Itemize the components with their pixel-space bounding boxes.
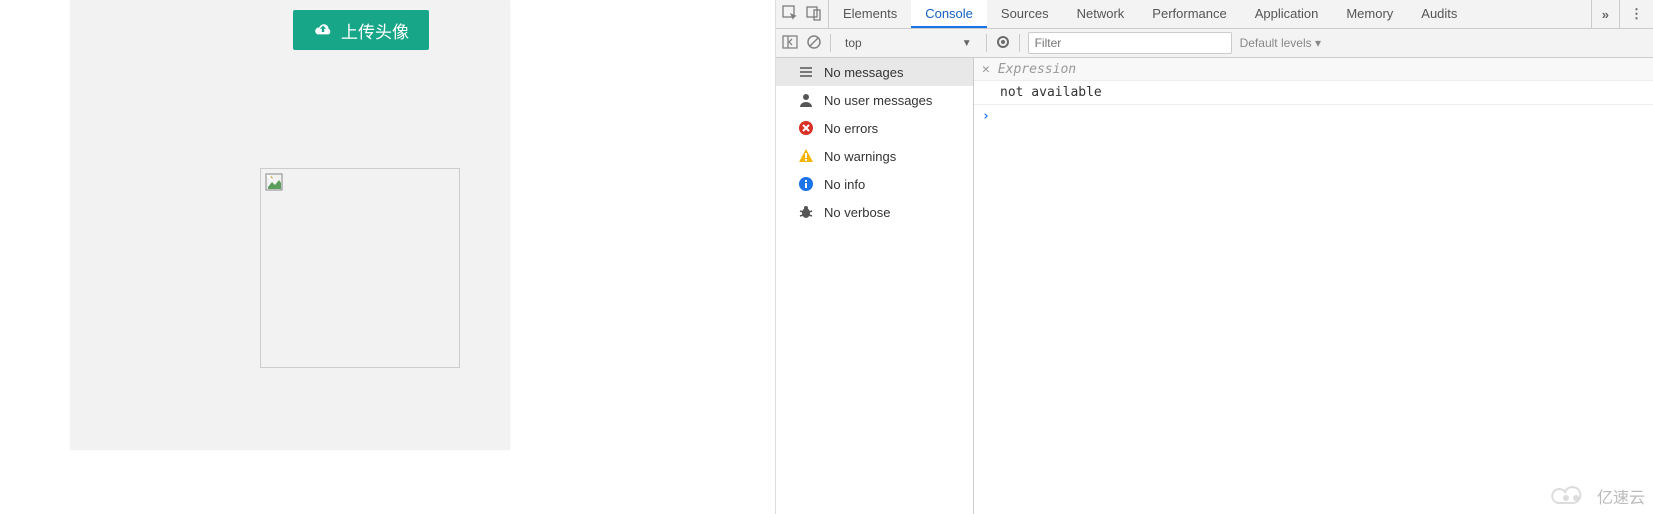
- sidebar-item-user-messages[interactable]: No user messages: [776, 86, 973, 114]
- web-page: 上传头像: [0, 0, 775, 514]
- log-levels-selector[interactable]: Default levels ▾: [1240, 36, 1321, 50]
- dropdown-icon: ▼: [962, 38, 972, 49]
- tab-application[interactable]: Application: [1241, 0, 1333, 28]
- console-toolbar: top ▼ Default levels ▾: [776, 29, 1653, 58]
- sidebar-item-label: No user messages: [824, 93, 932, 108]
- tab-audits[interactable]: Audits: [1407, 0, 1471, 28]
- devtools-tab-strip: Elements Console Sources Network Perform…: [776, 0, 1653, 29]
- sidebar-item-warnings[interactable]: No warnings: [776, 142, 973, 170]
- context-selector[interactable]: top ▼: [839, 36, 978, 50]
- upload-card: 上传头像: [70, 0, 510, 450]
- sidebar-item-label: No warnings: [824, 149, 896, 164]
- sidebar-item-info[interactable]: No info: [776, 170, 973, 198]
- tab-console[interactable]: Console: [911, 0, 987, 28]
- filter-input[interactable]: [1028, 32, 1232, 54]
- tab-sources[interactable]: Sources: [987, 0, 1063, 28]
- live-expression-icon[interactable]: [995, 34, 1011, 53]
- tab-network[interactable]: Network: [1063, 0, 1139, 28]
- upload-button-label: 上传头像: [341, 18, 409, 43]
- prompt-chevron-icon: ›: [982, 109, 990, 124]
- tab-memory[interactable]: Memory: [1332, 0, 1407, 28]
- device-toolbar-icon[interactable]: [806, 5, 822, 24]
- tab-performance[interactable]: Performance: [1138, 0, 1240, 28]
- sidebar-item-label: No verbose: [824, 205, 890, 220]
- user-icon: [798, 92, 814, 108]
- tab-elements[interactable]: Elements: [829, 0, 911, 28]
- inspect-element-icon[interactable]: [782, 5, 798, 24]
- toggle-sidebar-icon[interactable]: [782, 34, 798, 53]
- context-label: top: [845, 36, 862, 50]
- avatar-preview: [260, 168, 460, 368]
- watermark: 亿速云: [1551, 484, 1645, 508]
- watermark-text: 亿速云: [1597, 484, 1645, 508]
- sidebar-item-verbose[interactable]: No verbose: [776, 198, 973, 226]
- broken-image-icon: [265, 173, 283, 191]
- console-output: ✕ Expression not available ›: [974, 58, 1653, 514]
- devtools-more-tabs[interactable]: »: [1591, 0, 1619, 28]
- cloud-upload-icon: [313, 20, 333, 41]
- sidebar-item-errors[interactable]: No errors: [776, 114, 973, 142]
- info-icon: [798, 176, 814, 192]
- expression-result: not available: [974, 81, 1653, 105]
- list-icon: [798, 64, 814, 80]
- bug-icon: [798, 204, 814, 220]
- console-prompt[interactable]: ›: [974, 105, 1653, 128]
- warning-icon: [798, 148, 814, 164]
- upload-avatar-button[interactable]: 上传头像: [293, 10, 429, 50]
- clear-console-icon[interactable]: [806, 34, 822, 53]
- console-sidebar: No messages No user messages No errors: [776, 58, 974, 514]
- close-icon[interactable]: ✕: [982, 62, 990, 77]
- expression-placeholder[interactable]: Expression: [998, 62, 1076, 77]
- devtools-menu-icon[interactable]: ⋮: [1619, 0, 1653, 28]
- sidebar-item-messages[interactable]: No messages: [776, 58, 973, 86]
- sidebar-item-label: No info: [824, 177, 865, 192]
- devtools-panel: Elements Console Sources Network Perform…: [775, 0, 1653, 514]
- sidebar-item-label: No messages: [824, 65, 903, 80]
- error-icon: [798, 120, 814, 136]
- live-expression-row: ✕ Expression: [974, 58, 1653, 81]
- sidebar-item-label: No errors: [824, 121, 878, 136]
